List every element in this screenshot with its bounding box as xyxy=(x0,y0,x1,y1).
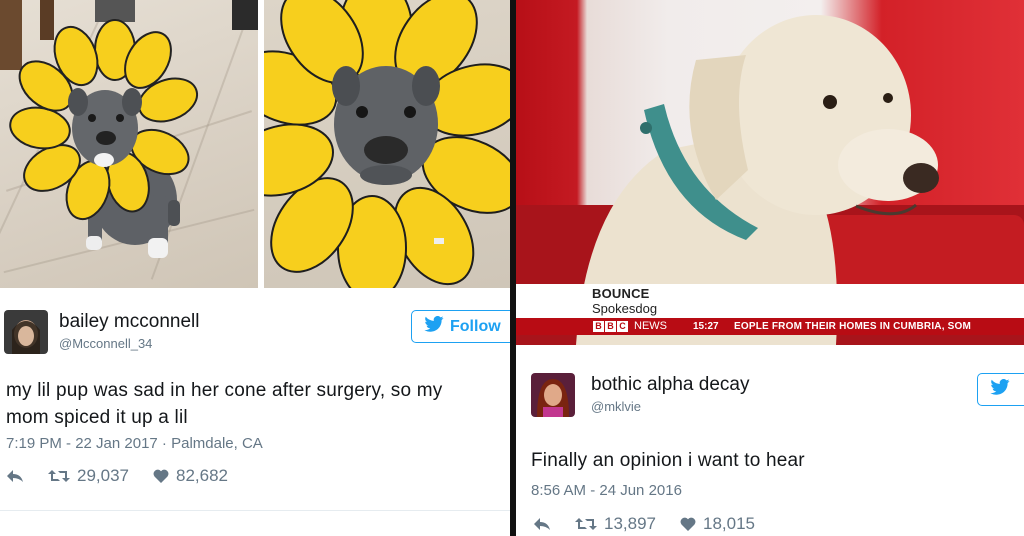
dog-flower-cone-photo-2 xyxy=(264,0,510,288)
twitter-bird-icon xyxy=(990,379,1010,400)
retweet-button[interactable]: 13,897 xyxy=(575,514,656,534)
retweet-button[interactable]: 29,037 xyxy=(48,466,129,486)
retweet-icon xyxy=(48,468,70,484)
bbc-news-screenshot: BOUNCE Spokesdog B B C NEWS 15:27 EOPLE … xyxy=(516,0,1024,345)
tweet-actions: 29,037 82,682 xyxy=(6,466,252,486)
tweet-text-line-1: my lil pup was sad in her cone after sur… xyxy=(6,380,443,401)
tweet-actions: 13,897 18,015 xyxy=(533,514,779,534)
avatar[interactable] xyxy=(4,310,48,354)
heart-icon xyxy=(680,517,696,531)
tweet-timestamp[interactable]: 8:56 AM - 24 Jun 2016 xyxy=(531,482,682,499)
ticker-time: 15:27 xyxy=(693,321,719,332)
avatar[interactable] xyxy=(531,373,575,417)
retweet-count: 13,897 xyxy=(604,514,656,533)
dog-flower-cone-photo-1 xyxy=(0,0,258,288)
caption-strip: BOUNCE Spokesdog xyxy=(516,284,1024,318)
left-tweet-panel: bailey mcconnell @Mcconnell_34 Follow my… xyxy=(0,0,510,536)
heart-icon xyxy=(153,469,169,483)
tweet-timestamp[interactable]: 7:19 PM - 22 Jan 2017 · Palmdale, CA xyxy=(6,435,263,452)
like-count: 18,015 xyxy=(703,514,755,533)
follow-label: Follow xyxy=(450,317,501,335)
user-handle[interactable]: @mklvie xyxy=(591,399,641,414)
like-button[interactable]: 18,015 xyxy=(680,514,755,534)
channel-suffix: NEWS xyxy=(634,320,667,332)
bbc-letter: C xyxy=(617,321,628,332)
follow-button[interactable]: Follow xyxy=(411,310,510,343)
right-tweet-panel: BOUNCE Spokesdog B B C NEWS 15:27 EOPLE … xyxy=(516,0,1024,536)
bbc-letter: B xyxy=(605,321,616,332)
tweet-text-line-2: mom spiced it up a lil xyxy=(6,407,188,428)
user-handle[interactable]: @Mcconnell_34 xyxy=(59,336,152,351)
tweet-text: Finally an opinion i want to hear xyxy=(531,450,805,471)
retweet-count: 29,037 xyxy=(77,466,129,485)
reply-icon xyxy=(533,517,551,531)
display-name[interactable]: bothic alpha decay xyxy=(591,374,749,396)
tweet-text: my lil pup was sad in her cone after sur… xyxy=(6,377,506,431)
reply-icon xyxy=(6,469,24,483)
display-name[interactable]: bailey mcconnell xyxy=(59,311,199,333)
reply-button[interactable] xyxy=(533,517,551,531)
twitter-bird-icon xyxy=(424,316,444,337)
like-button[interactable]: 82,682 xyxy=(153,466,228,486)
reply-button[interactable] xyxy=(6,469,24,483)
ticker-headline: EOPLE FROM THEIR HOMES IN CUMBRIA, SOM xyxy=(734,321,972,332)
bbc-logo: B B C xyxy=(593,321,628,332)
card-bottom-border xyxy=(0,510,510,511)
bbc-letter: B xyxy=(593,321,604,332)
caption-name: BOUNCE xyxy=(592,286,650,301)
caption-role: Spokesdog xyxy=(592,301,658,316)
like-count: 82,682 xyxy=(176,466,228,485)
retweet-icon xyxy=(575,516,597,532)
news-ticker: B B C NEWS 15:27 EOPLE FROM THEIR HOMES … xyxy=(516,318,1024,335)
follow-button[interactable] xyxy=(977,373,1024,406)
